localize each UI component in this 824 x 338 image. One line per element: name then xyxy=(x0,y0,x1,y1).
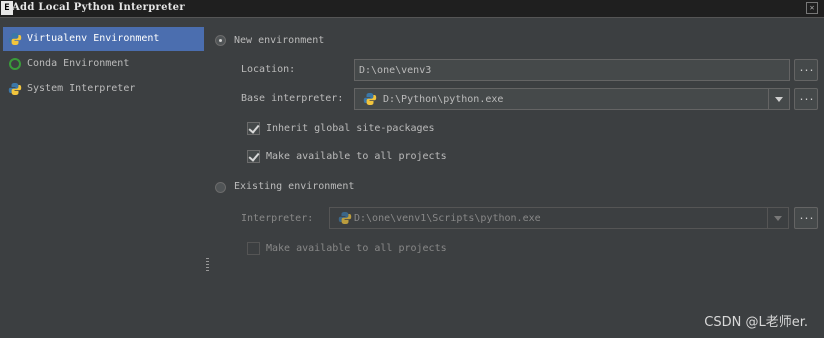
python-icon xyxy=(363,93,377,105)
existing-environment-radio[interactable] xyxy=(215,182,226,193)
new-environment-radio[interactable] xyxy=(215,35,226,46)
interpreter-browse-button[interactable]: ... xyxy=(794,207,818,229)
title-bar: E Add Local Python Interpreter ✕ xyxy=(0,0,824,18)
existing-environment-label: Existing environment xyxy=(234,181,355,192)
base-interpreter-browse-button[interactable]: ... xyxy=(794,88,818,110)
location-label: Location: xyxy=(241,64,296,75)
environment-type-list: Virtualenv Environment Conda Environment… xyxy=(0,25,206,338)
splitter-handle[interactable] xyxy=(206,258,209,272)
python-icon xyxy=(8,33,22,45)
interpreter-value: D:\one\venv1\Scripts\python.exe xyxy=(354,213,541,224)
watermark: CSDN @L老师er. xyxy=(704,315,808,330)
chevron-down-icon[interactable] xyxy=(768,89,789,109)
python-icon xyxy=(8,83,22,95)
conda-icon xyxy=(9,58,21,70)
window-title: Add Local Python Interpreter xyxy=(12,2,185,13)
ellipsis-icon: ... xyxy=(798,63,814,74)
ellipsis-icon: ... xyxy=(798,211,814,222)
base-interpreter-combo[interactable]: D:\Python\python.exe xyxy=(354,88,790,110)
sidebar-item-label: System Interpreter xyxy=(27,83,136,94)
inherit-site-packages-label: Inherit global site-packages xyxy=(266,123,435,134)
inherit-site-packages-checkbox[interactable] xyxy=(247,122,260,135)
existing-make-available-checkbox[interactable] xyxy=(247,242,260,255)
sidebar-item-label: Conda Environment xyxy=(27,58,130,69)
interpreter-combo[interactable]: D:\one\venv1\Scripts\python.exe xyxy=(329,207,789,229)
sidebar-item-conda[interactable]: Conda Environment xyxy=(3,52,204,76)
existing-make-available-label: Make available to all projects xyxy=(266,243,447,254)
python-icon xyxy=(338,212,352,224)
base-interpreter-label: Base interpreter: xyxy=(241,93,344,104)
location-browse-button[interactable]: ... xyxy=(794,59,818,81)
base-interpreter-value: D:\Python\python.exe xyxy=(383,94,504,105)
interpreter-label: Interpreter: xyxy=(241,213,314,224)
location-field[interactable]: D:\one\venv3 xyxy=(354,59,790,81)
sidebar-item-label: Virtualenv Environment xyxy=(27,33,160,44)
sidebar-item-system[interactable]: System Interpreter xyxy=(3,77,204,101)
new-environment-label: New environment xyxy=(234,35,325,46)
ellipsis-icon: ... xyxy=(798,92,814,103)
close-icon[interactable]: ✕ xyxy=(806,2,818,14)
location-value: D:\one\venv3 xyxy=(359,65,432,76)
sidebar-item-virtualenv[interactable]: Virtualenv Environment xyxy=(3,27,204,51)
make-available-checkbox[interactable] xyxy=(247,150,260,163)
chevron-down-icon[interactable] xyxy=(767,208,788,228)
make-available-label: Make available to all projects xyxy=(266,151,447,162)
